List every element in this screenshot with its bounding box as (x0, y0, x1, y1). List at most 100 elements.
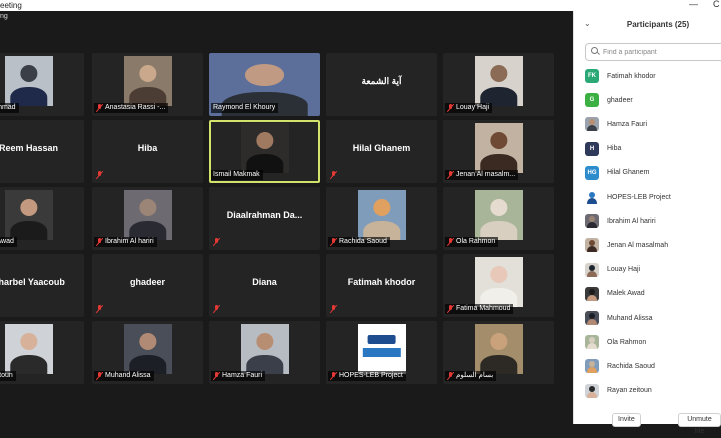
video-tile[interactable]: Rachida Saoud (326, 187, 437, 250)
close-button[interactable]: C (713, 0, 720, 10)
meeting-subtitle: ng (0, 13, 8, 20)
video-silhouette-head (138, 199, 157, 216)
avatar-head (589, 216, 595, 223)
avatar (585, 383, 599, 398)
participant-name: Anastasia Rassi -... (105, 104, 166, 111)
minimize-button[interactable]: — (689, 0, 698, 10)
participant-row[interactable]: FK Fatimah khodor (585, 69, 656, 83)
participant-row[interactable]: HG Hilal Ghanem (585, 165, 649, 180)
video-silhouette-head (138, 333, 157, 350)
avatar (585, 262, 599, 277)
avatar-body (587, 391, 597, 398)
video-silhouette-head (19, 65, 38, 82)
avatar (585, 311, 599, 325)
participant-name-label: Hamza Fauri (211, 371, 266, 381)
participant-row[interactable]: Ola Rahmon (585, 335, 646, 350)
participant-row[interactable]: Gghadeer (585, 93, 633, 108)
participant-video (240, 123, 289, 173)
participant-row[interactable]: H Hiba (585, 141, 621, 156)
participant-video (474, 257, 523, 307)
participant-name-label: yan zeitoun (0, 371, 16, 381)
video-tile[interactable]: HOPES-LEB Project (326, 321, 437, 384)
participant-name: Fatimah khodor (347, 277, 416, 287)
project-logo (357, 324, 406, 374)
participant-list-name: Hamza Fauri (607, 120, 648, 128)
mic-muted-icon (447, 372, 454, 380)
video-tile[interactable]: Fatimah khodor (326, 254, 437, 317)
video-tile[interactable]: Hiba (92, 120, 203, 183)
video-tile[interactable]: fa Ahmad (0, 53, 84, 116)
video-tile[interactable]: Diana (209, 254, 320, 317)
participant-row[interactable]: Malek Awad (585, 286, 645, 301)
avatar-head (589, 313, 595, 319)
avatar-body (587, 222, 597, 229)
avatar-head (589, 264, 595, 271)
video-tile[interactable]: Ibrahim Al hariri (92, 187, 203, 250)
video-tile[interactable]: Muhand Alissa (92, 321, 203, 384)
participant-name: ghadeer (129, 277, 165, 287)
video-tile[interactable]: yan zeitoun (0, 321, 84, 384)
avatar: HG (585, 165, 599, 180)
participant-row[interactable]: Hamza Fauri (585, 117, 648, 132)
participant-row[interactable]: HOPES-LEB Project (585, 190, 671, 204)
mic-muted-icon (447, 104, 454, 112)
participant-name: Muhand Alissa (105, 372, 151, 379)
participant-name: Raymond El Khoury (213, 104, 276, 111)
avatar (585, 359, 599, 374)
participant-video (123, 190, 172, 240)
participant-name-label: Ola Rahmon (445, 237, 499, 247)
avatar (585, 117, 599, 132)
video-tile[interactable]: بسام السلوم (443, 321, 554, 384)
participant-row[interactable]: Rachida Saoud (585, 359, 655, 374)
video-tile[interactable]: Louay Haji (443, 53, 554, 116)
participant-name: Fatima Mahmoud (456, 305, 511, 312)
participant-video (123, 324, 172, 374)
participant-name: Charbel Yaacoub (0, 277, 65, 287)
video-tile[interactable]: Hilal Ghanem (326, 120, 437, 183)
participant-name-label: Fatima Mahmoud (445, 304, 514, 314)
video-tile[interactable]: Reem Hassan (0, 120, 84, 183)
participant-list-name: ghadeer (607, 96, 633, 104)
video-silhouette-head (255, 132, 274, 149)
video-tile[interactable]: Fatima Mahmoud (443, 254, 554, 317)
participant-row[interactable]: Rayan zeitoun (585, 383, 652, 398)
video-tile[interactable]: Diaalrahman Da... (209, 187, 320, 250)
avatar-body (587, 270, 597, 277)
participant-name-label: lek Awad (0, 237, 17, 247)
mic-muted-icon (213, 305, 220, 313)
video-tile[interactable]: Ismail Makmak (209, 120, 320, 183)
search-input[interactable] (603, 48, 713, 56)
participant-name-label: Ibrahim Al hariri (94, 237, 157, 247)
video-tile[interactable]: Jenan Al masalm... (443, 120, 554, 183)
participant-name: Hamza Fauri (222, 372, 263, 379)
participant-name: Diaalrahman Da... (226, 210, 303, 220)
participant-row[interactable]: Louay Haji (585, 262, 641, 277)
video-tile[interactable]: ghadeer (92, 254, 203, 317)
invite-button[interactable]: Invite (612, 413, 641, 427)
video-tile[interactable]: Charbel Yaacoub (0, 254, 84, 317)
video-tile[interactable]: آية الشمعة (326, 53, 437, 116)
mic-muted-icon (213, 372, 220, 380)
avatar (585, 335, 599, 350)
participant-search[interactable] (585, 43, 721, 61)
participant-name-label: Louay Haji (445, 103, 493, 113)
unmute-me-button[interactable]: Unmute Me (678, 413, 721, 435)
video-tile[interactable]: Hamza Fauri (209, 321, 320, 384)
mic-muted-icon (447, 171, 454, 179)
video-tile[interactable]: Raymond El Khoury (209, 53, 320, 116)
participant-list-name: Louay Haji (607, 266, 641, 274)
title-bar: eeting — C (0, 0, 721, 11)
participant-row[interactable]: Muhand Alissa (585, 311, 653, 325)
participant-video (474, 190, 523, 240)
video-tile[interactable]: Ola Rahmon (443, 187, 554, 250)
participant-list-name: Rachida Saoud (607, 362, 655, 370)
video-tile[interactable]: Anastasia Rassi -... (92, 53, 203, 116)
participant-row[interactable]: Ibrahim Al hariri (585, 214, 656, 229)
participant-row[interactable]: Jenan Al masalmah (585, 238, 668, 253)
video-tile[interactable]: lek Awad (0, 187, 84, 250)
participant-name: Ola Rahmon (456, 238, 496, 245)
avatar: FK (585, 69, 599, 83)
participant-list-name: HOPES-LEB Project (607, 193, 671, 201)
avatar-head (589, 288, 595, 295)
mic-muted-icon (96, 104, 103, 112)
